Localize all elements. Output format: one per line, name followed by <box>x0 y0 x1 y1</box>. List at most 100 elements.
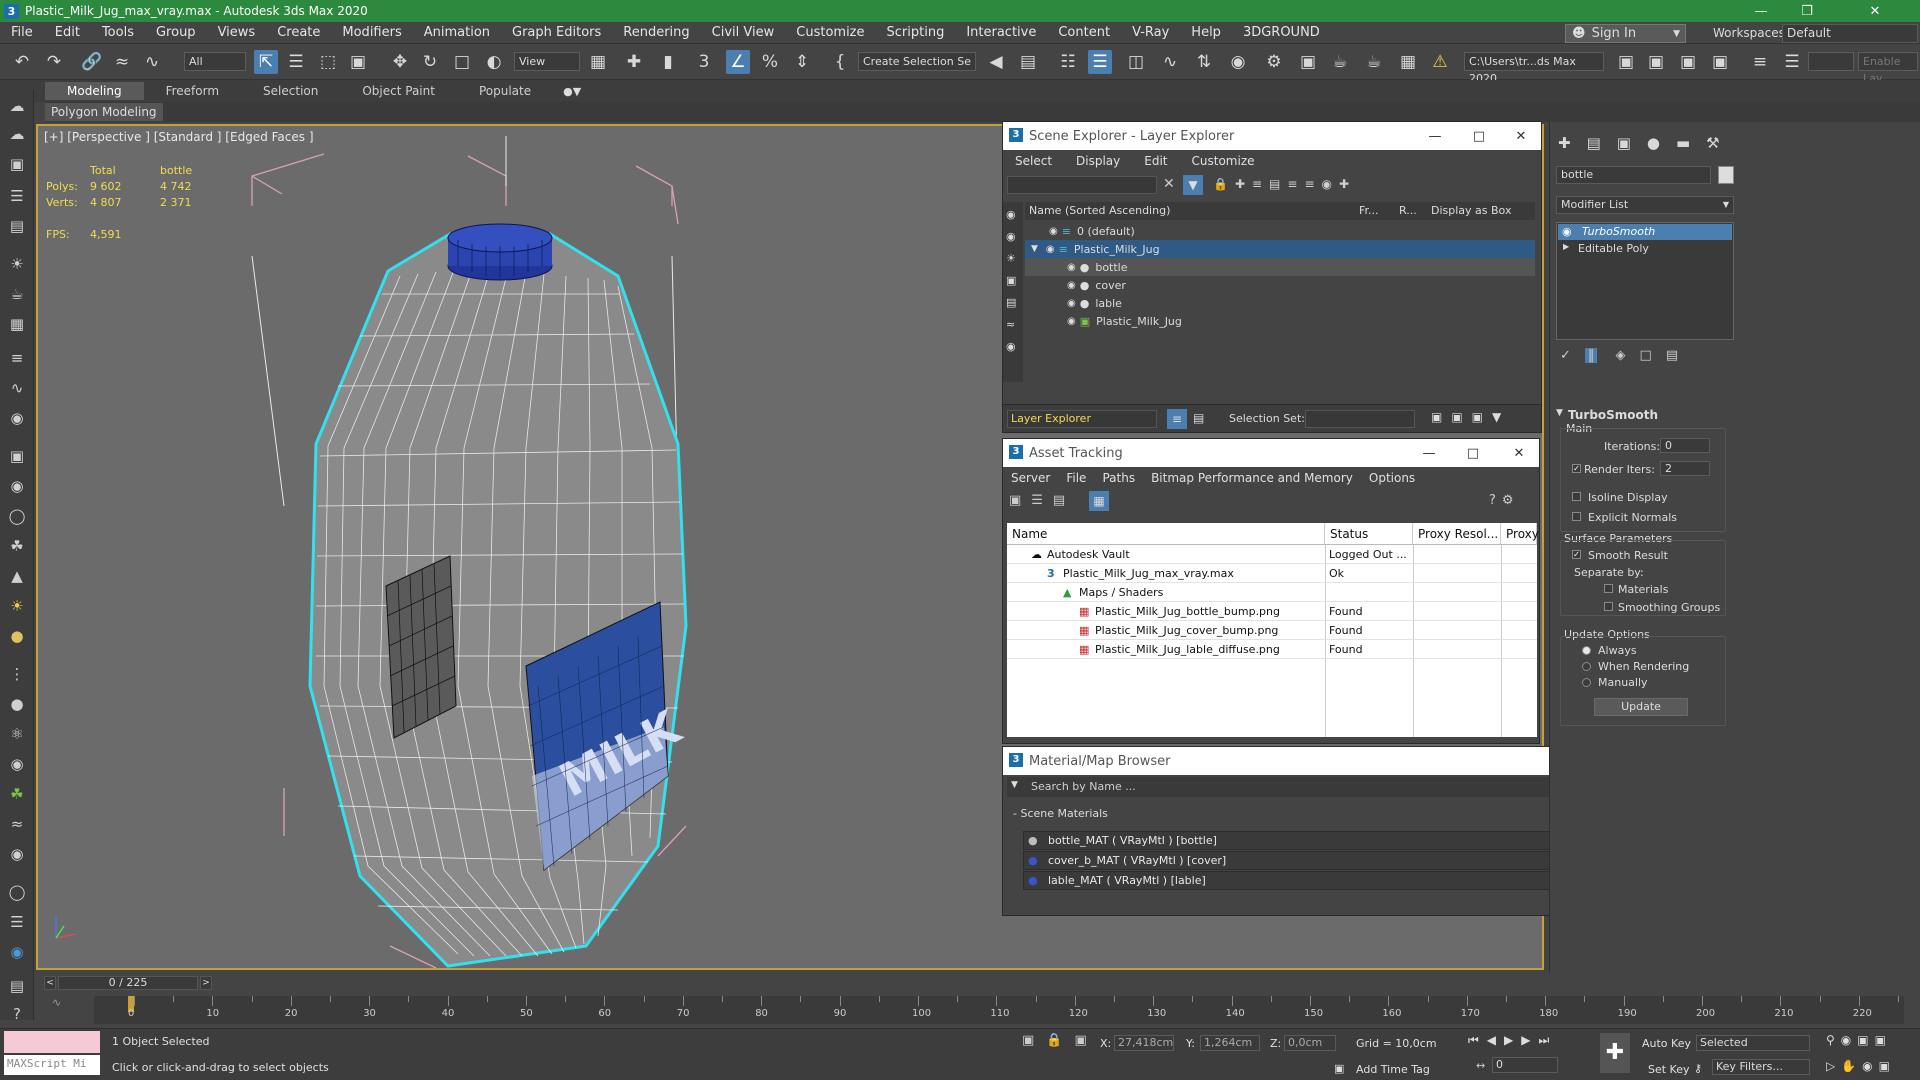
undo-icon[interactable]: ↶ <box>10 50 34 74</box>
table-view-icon[interactable]: ▦ <box>1089 491 1109 511</box>
eye-icon[interactable]: ◉ <box>1067 316 1076 327</box>
asset-row[interactable]: 3 Plastic_Milk_Jug_max_vray.max Ok <box>1007 564 1537 583</box>
add-to-layer-icon[interactable]: ▣ <box>1676 50 1700 74</box>
align-icon[interactable]: ▤ <box>1016 50 1040 74</box>
globe2-icon[interactable]: ◯ <box>5 880 29 904</box>
menu-options[interactable]: Options <box>1361 471 1423 485</box>
key-filters-button[interactable]: Key Filters... <box>1712 1059 1810 1075</box>
x-coordinate[interactable]: 27,418cm <box>1114 1035 1174 1051</box>
menu-vray[interactable]: V-Ray <box>1121 25 1180 40</box>
list-icon[interactable]: ☰ <box>5 184 29 208</box>
rect-selection-icon[interactable]: ⬚ <box>316 50 340 74</box>
tree-row[interactable]: ◉ ≡ 0 (default) <box>1025 222 1535 240</box>
material-search-input[interactable]: Search by Name ... <box>1031 780 1136 793</box>
percent-snap-icon[interactable]: % <box>758 50 782 74</box>
key-icon[interactable]: ⚷ <box>1694 1062 1702 1075</box>
display-shapes-icon[interactable]: ◉ <box>1006 230 1016 243</box>
track-bar[interactable]: 0 10 20 30 40 50 60 70 80 90 100 110 120 130 140 150 160… <box>94 996 1904 1024</box>
col-proxy-res[interactable]: Proxy Resol... <box>1413 523 1501 545</box>
display-cameras-icon[interactable]: ▣ <box>1006 274 1016 287</box>
enable-layer-field[interactable]: Enable Lay <box>1858 52 1918 85</box>
rotate-icon[interactable]: ↻ <box>418 50 442 74</box>
render-setup-icon[interactable]: ⚙ <box>1262 50 1286 74</box>
display-spacewarps-icon[interactable]: ≈ <box>1006 318 1015 331</box>
bind-space-warp-icon[interactable]: ∿ <box>140 50 164 74</box>
render-iters-checkbox[interactable]: ✓ <box>1572 464 1581 473</box>
grid-icon[interactable]: ▦ <box>5 312 29 336</box>
menu-create[interactable]: Create <box>266 25 331 40</box>
clear-search-icon[interactable]: ✕ <box>1163 176 1175 192</box>
maximize-icon[interactable]: □ <box>1457 122 1501 150</box>
display-bones-icon[interactable]: ◉ <box>1006 340 1016 353</box>
plane-icon[interactable]: ▣ <box>5 444 29 468</box>
chevron-down-icon[interactable]: ▼ <box>1011 780 1018 790</box>
display-geometry-icon[interactable]: ◉ <box>1006 208 1016 221</box>
tree-row[interactable]: ◉ ▣ Plastic_Milk_Jug <box>1025 312 1535 330</box>
angle-snap-icon[interactable]: ∠ <box>726 50 750 74</box>
set-key-button[interactable]: Set Key <box>1648 1063 1690 1076</box>
menu-modifiers[interactable]: Modifiers <box>331 25 412 40</box>
orb-icon[interactable]: ● <box>5 624 29 648</box>
selection-filter-dropdown[interactable]: All <box>184 52 246 71</box>
close-icon[interactable]: ✕ <box>1499 122 1543 150</box>
object-color-swatch[interactable] <box>1718 166 1734 184</box>
render-production-icon[interactable]: ☕ <box>1328 50 1352 74</box>
menu-server[interactable]: Server <box>1003 471 1058 485</box>
bulb-icon[interactable]: ◉ <box>1562 225 1572 238</box>
spacewarp-icon[interactable]: ∿ <box>5 376 29 400</box>
asset-row[interactable]: ▦ Plastic_Milk_Jug_cover_bump.png Found <box>1007 621 1537 640</box>
material-editor-icon[interactable]: ◉ <box>1226 50 1250 74</box>
menu-graph-editors[interactable]: Graph Editors <box>501 25 612 40</box>
layer-explorer-icon[interactable]: ☰ <box>1088 50 1112 74</box>
tree-row[interactable]: ◉ ● bottle <box>1025 258 1535 276</box>
selection-lock-icons[interactable]: ▣🔒▣ <box>1022 1033 1099 1048</box>
rig-icon[interactable]: ⚛ <box>5 722 29 746</box>
eye-icon[interactable]: ◉ <box>1067 280 1076 291</box>
object-name-input[interactable]: bottle <box>1556 166 1711 184</box>
move-icon[interactable]: ✥ <box>388 50 412 74</box>
viewport-nav-icons-2[interactable]: ▷✋◉▣ <box>1826 1059 1896 1073</box>
stack-item-turbosmooth[interactable]: ◉ TurboSmooth <box>1558 224 1732 240</box>
sign-in-button[interactable]: ☻ Sign In ▼ <box>1565 24 1686 43</box>
menu-civil-view[interactable]: Civil View <box>701 25 786 40</box>
vray-frame-buffer-icon[interactable]: ▦ <box>1396 50 1420 74</box>
tree-row[interactable]: ◉ ● lable <box>1025 294 1535 312</box>
minimize-icon[interactable]: — <box>1413 122 1457 150</box>
menu-group[interactable]: Group <box>145 25 207 40</box>
tab-selection[interactable]: Selection <box>241 84 340 98</box>
select-object-icon[interactable]: ⇱ <box>254 50 278 74</box>
edit-named-sel-icon[interactable]: { <box>828 50 852 74</box>
eye-icon[interactable]: ◉ <box>1049 226 1058 237</box>
explorer-tool-icons[interactable]: 🔒✚≡▤≡≡◉✚ <box>1213 177 1356 191</box>
maxscript-listener[interactable] <box>4 1031 100 1053</box>
close-icon[interactable]: ✕ <box>1830 0 1920 22</box>
place-icon[interactable]: ◐ <box>482 50 506 74</box>
materials-checkbox[interactable] <box>1604 584 1613 593</box>
scale-icon[interactable]: □ <box>450 50 474 74</box>
eye-icon[interactable]: ◉ <box>1046 244 1055 255</box>
tab-object-paint[interactable]: Object Paint <box>340 84 457 98</box>
close-icon[interactable]: ✕ <box>1497 439 1541 467</box>
menu-bitmap-performance[interactable]: Bitmap Performance and Memory <box>1143 471 1361 485</box>
when-rendering-radio[interactable] <box>1582 662 1591 671</box>
selection-set-dropdown[interactable] <box>1305 410 1415 428</box>
asset-tracking-titlebar[interactable]: 3 Asset Tracking — □ ✕ <box>1003 439 1539 467</box>
render-iters-spinner[interactable]: 2 <box>1660 461 1710 476</box>
select-by-name-icon[interactable]: ☰ <box>284 50 308 74</box>
filter-icon[interactable]: ▼ <box>1183 175 1203 195</box>
viewport-nav-icons[interactable]: ⚲◉▣▣ <box>1826 1033 1892 1047</box>
display-helpers-icon[interactable]: ▤ <box>1006 296 1016 309</box>
scene-explorer-icon[interactable]: ☷ <box>1056 50 1080 74</box>
tree-row[interactable]: ▼ ◉ ≡ Plastic_Milk_Jug <box>1025 240 1535 258</box>
stack-tools[interactable]: ✓ ‖ ◈□▤ <box>1560 348 1692 363</box>
col-name[interactable]: Name (Sorted Ascending) <box>1029 204 1170 217</box>
key-set-dropdown[interactable]: Selected <box>1696 1035 1810 1051</box>
asset-row[interactable]: ▦ Plastic_Milk_Jug_lable_diffuse.png Fou… <box>1007 640 1537 659</box>
globe-icon[interactable]: ◉ <box>5 752 29 776</box>
col-freeze[interactable]: Fr... <box>1359 204 1379 217</box>
chevron-down-icon[interactable]: ▼ <box>1031 244 1038 254</box>
asset-row[interactable]: ☁ Autodesk Vault Logged Out ... <box>1007 545 1537 564</box>
reference-coord-dropdown[interactable]: View <box>514 52 580 71</box>
unlink-icon[interactable]: ≈ <box>110 50 134 74</box>
asset-row[interactable]: ▲ Maps / Shaders <box>1007 583 1537 602</box>
